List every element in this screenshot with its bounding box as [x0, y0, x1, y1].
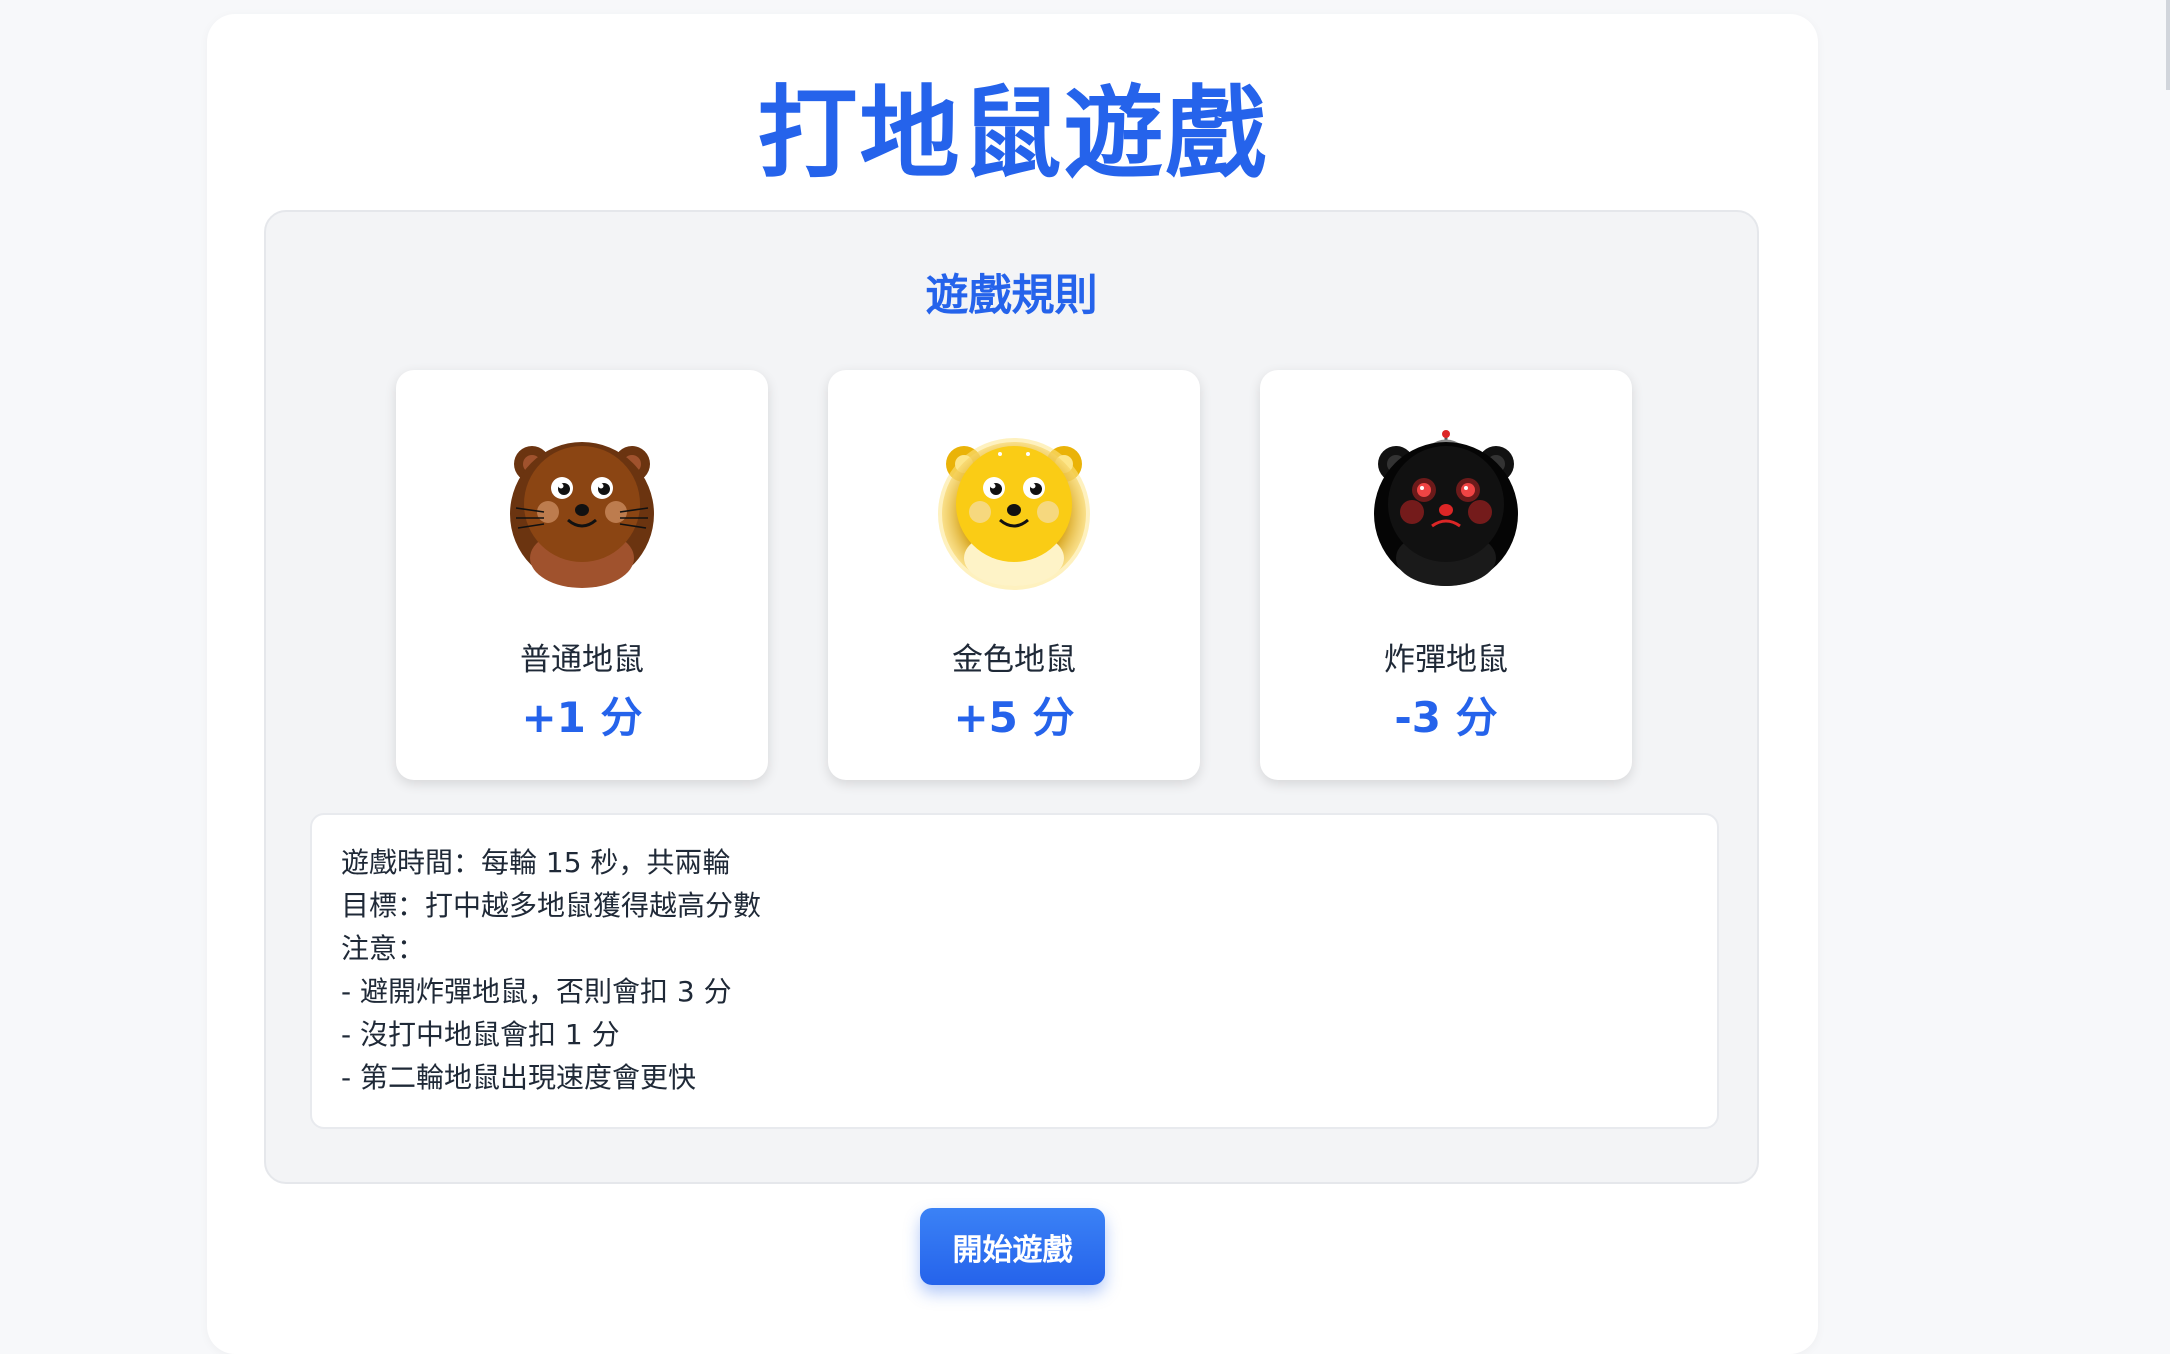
mole-card-golden: 金色地鼠 +5 分: [828, 370, 1200, 780]
info-line-bomb-warning: - 避開炸彈地鼠，否則會扣 3 分: [341, 975, 732, 1008]
rules-info-box: 遊戲時間：每輪 15 秒，共兩輪 目標：打中越多地鼠獲得越高分數 注意： - 避…: [310, 813, 1719, 1129]
info-line-note-heading: 注意：: [341, 932, 426, 965]
mole-score-bomb: -3 分: [1394, 693, 1498, 742]
brown-mole-icon: [510, 442, 654, 588]
golden-mole-icon: [938, 438, 1090, 590]
bomb-mole-icon: [1374, 430, 1518, 586]
mole-card-bomb: 炸彈地鼠 -3 分: [1260, 370, 1632, 780]
info-line-round-two: - 第二輪地鼠出現速度會更快: [341, 1061, 697, 1094]
mole-name-bomb: 炸彈地鼠: [1384, 642, 1508, 678]
mole-name-normal: 普通地鼠: [520, 642, 644, 678]
info-line-miss-penalty: - 沒打中地鼠會扣 1 分: [341, 1018, 620, 1051]
rules-panel: 遊戲規則 普通地鼠 +1 分 金色地鼠 +5 分 炸彈地鼠 -3 分 遊戲時間：…: [264, 210, 1759, 1184]
mole-card-normal: 普通地鼠 +1 分: [396, 370, 768, 780]
window-edge: [2166, 0, 2170, 90]
rules-heading: 遊戲規則: [925, 271, 1098, 321]
info-line-goal: 目標：打中越多地鼠獲得越高分數: [341, 889, 762, 922]
start-game-button[interactable]: 開始遊戲: [920, 1208, 1105, 1285]
info-line-time: 遊戲時間：每輪 15 秒，共兩輪: [341, 846, 731, 879]
game-container: 打地鼠遊戲 遊戲規則 普通地鼠 +1 分 金色地鼠 +5 分 炸彈地鼠 -3 分…: [207, 14, 1818, 1354]
page-title: 打地鼠遊戲: [757, 75, 1268, 192]
mole-score-golden: +5 分: [953, 693, 1075, 742]
mole-name-golden: 金色地鼠: [952, 642, 1076, 678]
mole-score-normal: +1 分: [521, 693, 643, 742]
